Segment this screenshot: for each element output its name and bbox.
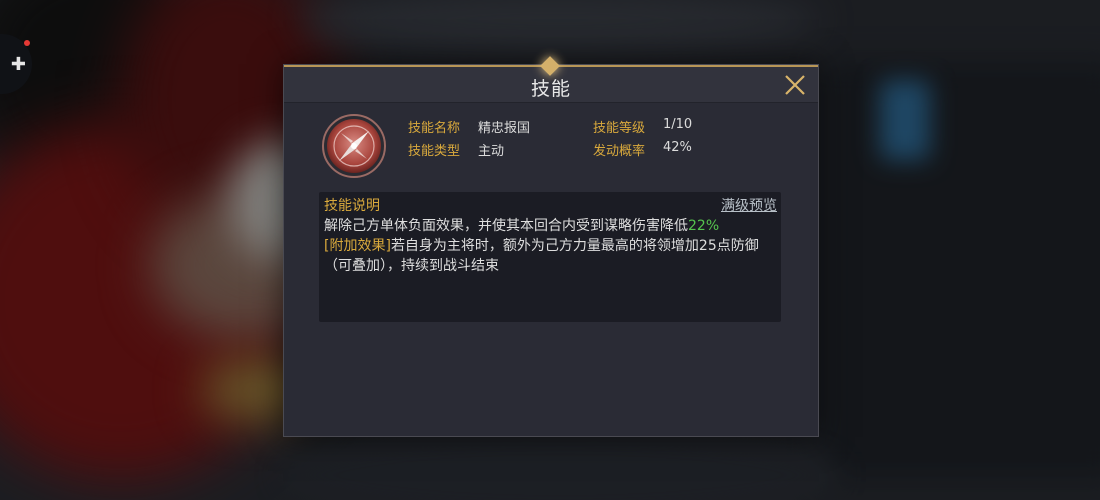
close-icon xyxy=(785,75,805,95)
skill-description-box: 技能说明 满级预览 解除己方单体负面效果，并使其本回合内受到谋略伤害降低22% [… xyxy=(319,192,781,322)
skill-rate-row: 发动概率 42% xyxy=(593,140,692,159)
skill-type-row: 技能类型 主动 xyxy=(408,140,504,159)
skill-dialog: 技能 技能名称 精忠报国 技能等级 1/10 技能类型 主动 发动概率 42% … xyxy=(283,56,819,437)
skill-name-row: 技能名称 精忠报国 xyxy=(408,117,530,136)
skill-rate-value: 42% xyxy=(663,140,692,155)
extra-effect-tag: [附加效果] xyxy=(324,238,391,254)
skill-compass-icon xyxy=(321,113,387,179)
skill-rate-label: 发动概率 xyxy=(593,144,646,159)
max-level-preview-link[interactable]: 满级预览 xyxy=(721,195,777,215)
dialog-title: 技能 xyxy=(530,78,571,100)
description-line1: 解除己方单体负面效果，并使其本回合内受到谋略伤害降低 xyxy=(324,218,688,234)
skill-name-value: 精忠报国 xyxy=(478,121,531,136)
reduction-value: 22% xyxy=(688,218,720,234)
skill-level-value: 1/10 xyxy=(663,117,693,132)
notification-dot xyxy=(24,40,30,46)
skill-name-label: 技能名称 xyxy=(408,121,461,136)
description-heading: 技能说明 xyxy=(324,198,380,214)
close-button[interactable] xyxy=(782,72,808,98)
skill-type-label: 技能类型 xyxy=(408,144,461,159)
skill-level-label: 技能等级 xyxy=(593,121,646,136)
description-text: 解除己方单体负面效果，并使其本回合内受到谋略伤害降低22% [附加效果]若自身为主… xyxy=(324,216,779,276)
puzzle-icon: ✚ xyxy=(10,53,26,75)
dialog-header: 技能 xyxy=(284,56,818,103)
skill-type-value: 主动 xyxy=(478,144,505,159)
skill-level-row: 技能等级 1/10 xyxy=(593,117,692,136)
